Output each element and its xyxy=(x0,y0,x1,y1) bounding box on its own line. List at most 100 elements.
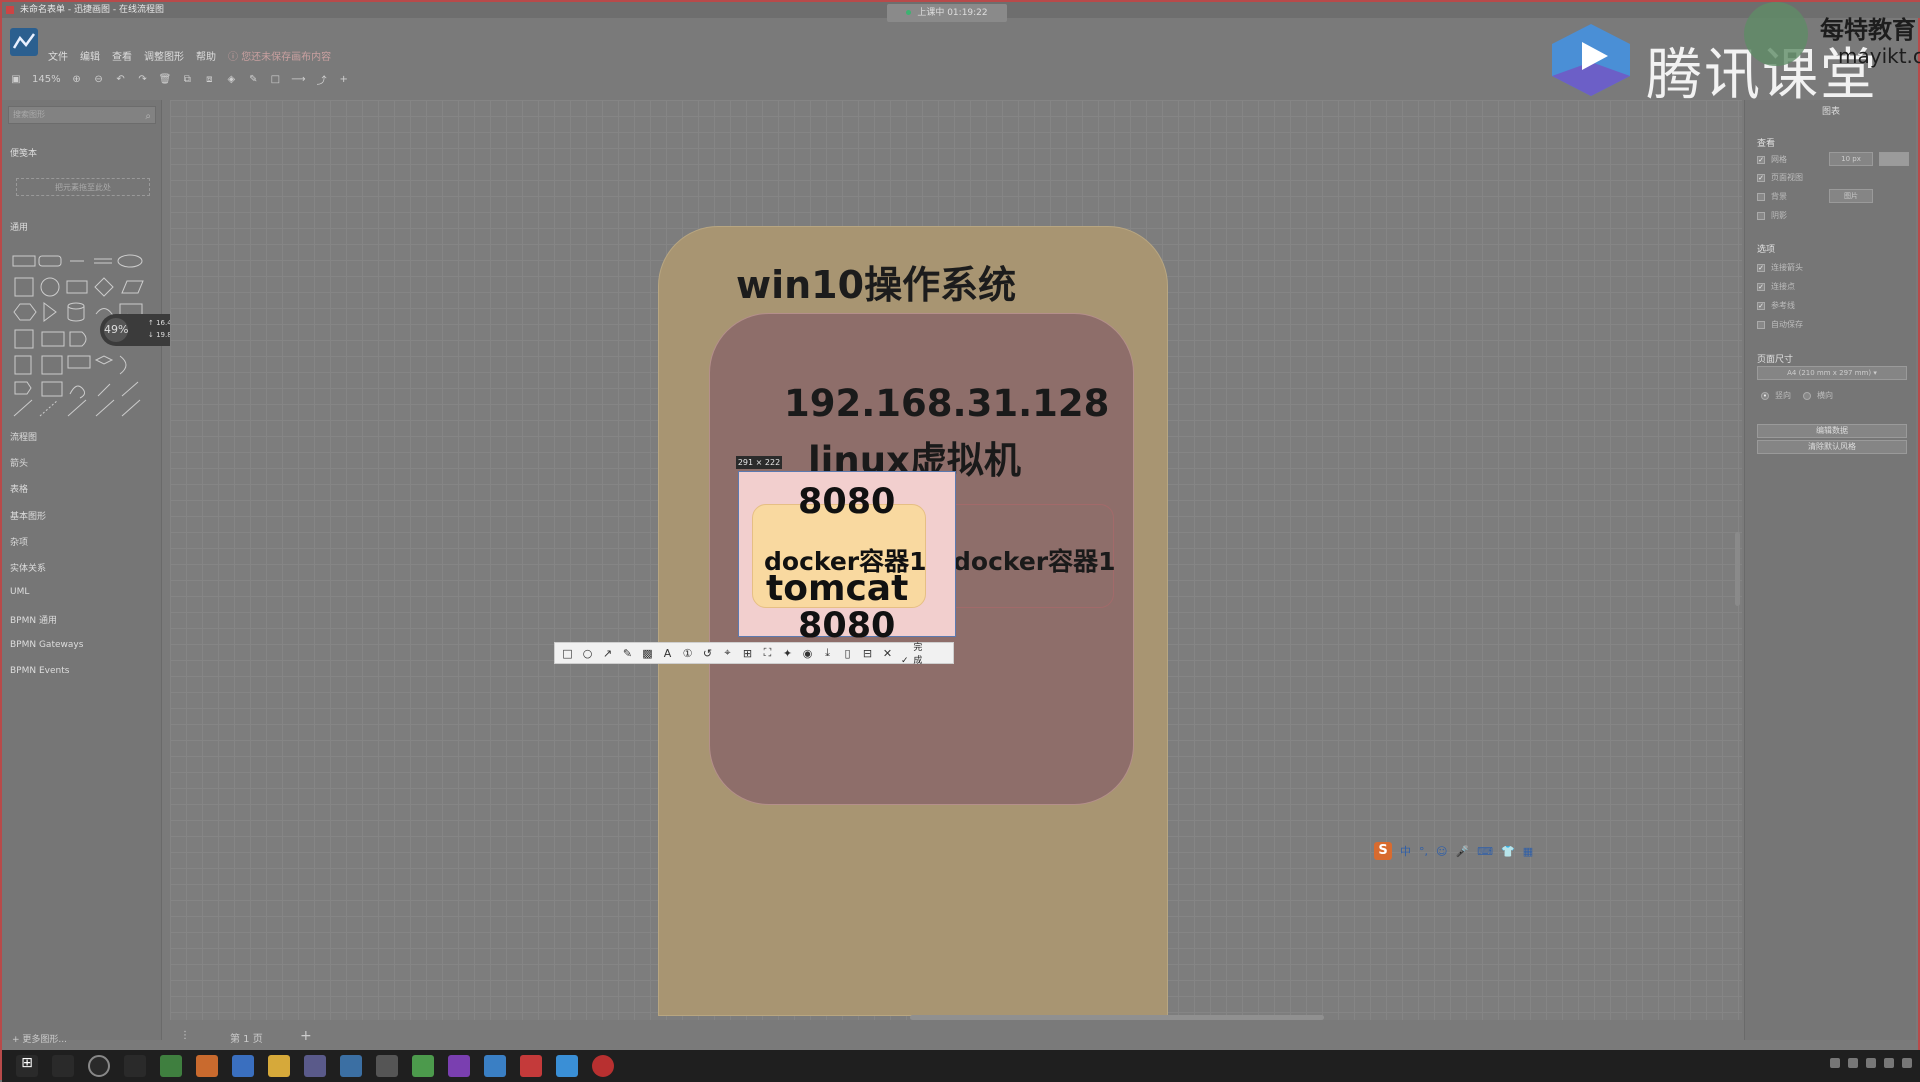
category-misc[interactable]: 杂项 xyxy=(10,535,83,561)
tray-notification-icon[interactable] xyxy=(1902,1058,1912,1068)
ime-emoji-icon[interactable]: ☺ xyxy=(1436,845,1447,858)
pen-tool-icon[interactable]: ✎ xyxy=(621,647,634,660)
undo-icon[interactable]: ↶ xyxy=(115,74,127,85)
landscape-radio[interactable]: 横向 xyxy=(1803,390,1833,401)
redo-icon[interactable]: ↷ xyxy=(137,74,149,85)
record-tool-icon[interactable]: ◉ xyxy=(801,647,814,660)
line-color-icon[interactable]: ✎ xyxy=(247,74,259,85)
delete-icon[interactable]: 🗑 xyxy=(159,74,172,85)
record-icon[interactable] xyxy=(592,1055,614,1077)
ime-punct-icon[interactable]: °, xyxy=(1419,845,1428,858)
page-menu-icon[interactable]: ⋮ xyxy=(180,1030,190,1041)
menu-edit[interactable]: 编辑 xyxy=(80,48,100,63)
tray-chevron-icon[interactable] xyxy=(1830,1058,1840,1068)
drawing-app-icon[interactable] xyxy=(340,1055,362,1077)
background-image-button[interactable]: 图片 xyxy=(1829,189,1873,203)
tray-network-icon[interactable] xyxy=(1848,1058,1858,1068)
sogou-icon[interactable]: S xyxy=(1374,842,1392,860)
background-checkbox[interactable]: 背景 xyxy=(1757,191,1787,202)
tray-ime-icon[interactable] xyxy=(1884,1058,1894,1068)
waypoint-icon[interactable]: ⤴ xyxy=(316,72,328,87)
start-button-icon[interactable]: ⊞ xyxy=(16,1055,38,1077)
shadow-icon[interactable]: □ xyxy=(269,74,281,85)
category-er[interactable]: 实体关系 xyxy=(10,561,83,587)
chrome-icon[interactable] xyxy=(160,1055,182,1077)
grid-size-input[interactable]: 10 px xyxy=(1829,152,1873,166)
zoom-out-icon[interactable]: ⊖ xyxy=(93,74,105,85)
vscode-icon[interactable] xyxy=(232,1055,254,1077)
add-page-icon[interactable]: + xyxy=(300,1028,312,1044)
category-tables[interactable]: 表格 xyxy=(10,482,83,508)
ide-icon[interactable] xyxy=(448,1055,470,1077)
zoom-select[interactable]: 145% xyxy=(32,74,61,85)
category-flowchart[interactable]: 流程图 xyxy=(10,430,83,456)
insert-icon[interactable]: + xyxy=(338,74,350,85)
ime-lang[interactable]: 中 xyxy=(1400,843,1411,859)
browser-icon[interactable] xyxy=(412,1055,434,1077)
category-bpmn-general[interactable]: BPMN 通用 xyxy=(10,613,83,639)
terminal-icon[interactable] xyxy=(376,1055,398,1077)
ime-keyboard-icon[interactable]: ⌨ xyxy=(1477,845,1493,858)
category-bpmn-gateways[interactable]: BPMN Gateways xyxy=(10,640,83,666)
to-back-icon[interactable]: ⧈ xyxy=(203,74,215,85)
page-view-checkbox[interactable]: ✓ 页面视图 xyxy=(1757,172,1803,183)
ellipse-tool-icon[interactable]: ○ xyxy=(581,647,594,660)
connection-icon[interactable]: ⟶ xyxy=(291,74,305,85)
vertical-scrollbar[interactable] xyxy=(1735,532,1740,606)
file-explorer-icon[interactable] xyxy=(268,1055,290,1077)
ime-tools-icon[interactable]: ▦ xyxy=(1523,845,1533,858)
ime-mic-icon[interactable]: 🎤 xyxy=(1455,845,1469,858)
task-view-icon[interactable] xyxy=(124,1055,146,1077)
guides-checkbox[interactable]: ✓ 参考线 xyxy=(1757,300,1795,311)
zoom-in-icon[interactable]: ⊕ xyxy=(71,74,83,85)
grid-checkbox[interactable]: ✓ 网格 xyxy=(1757,154,1787,165)
firefox-icon[interactable] xyxy=(196,1055,218,1077)
app-icon-2[interactable] xyxy=(484,1055,506,1077)
menu-view[interactable]: 查看 xyxy=(112,48,132,63)
category-uml[interactable]: UML xyxy=(10,587,83,613)
menu-file[interactable]: 文件 xyxy=(48,48,68,63)
category-bpmn-events[interactable]: BPMN Events xyxy=(10,666,83,692)
undo-tool-icon[interactable]: ↺ xyxy=(701,647,714,660)
more-shapes-link[interactable]: + 更多图形... xyxy=(12,1032,67,1045)
text-tool-icon[interactable]: A xyxy=(661,647,674,660)
close-tool-icon[interactable]: ✕ xyxy=(881,647,894,660)
arrow-tool-icon[interactable]: ↗ xyxy=(601,647,614,660)
category-basic[interactable]: 基本图形 xyxy=(10,509,83,535)
category-arrows[interactable]: 箭头 xyxy=(10,456,83,482)
filezilla-icon[interactable] xyxy=(520,1055,542,1077)
pin-tool-icon[interactable]: ⌖ xyxy=(721,646,734,660)
shape-search-input[interactable]: 搜索图形 ⌕ xyxy=(8,106,156,124)
number-tool-icon[interactable]: ① xyxy=(681,647,694,660)
edit-data-button[interactable]: 编辑数据 xyxy=(1757,424,1907,438)
autosave-checkbox[interactable]: 自动保存 xyxy=(1757,319,1803,330)
mosaic-tool-icon[interactable]: ▩ xyxy=(641,647,654,660)
to-front-icon[interactable]: ⧉ xyxy=(181,74,193,85)
done-button[interactable]: ✓ 完成 xyxy=(901,640,924,666)
scratchpad-drop-area[interactable]: 把元素拖至此处 xyxy=(16,178,150,196)
search-icon[interactable]: ⌕ xyxy=(145,109,151,125)
connection-points-checkbox[interactable]: ✓ 连接点 xyxy=(1757,281,1795,292)
shadow-checkbox[interactable]: 阴影 xyxy=(1757,210,1787,221)
cortana-icon[interactable] xyxy=(88,1055,110,1077)
menu-arrange[interactable]: 调整图形 xyxy=(144,48,184,63)
connection-arrows-checkbox[interactable]: ✓ 连接箭头 xyxy=(1757,262,1803,273)
reset-style-button[interactable]: 清除默认风格 xyxy=(1757,440,1907,454)
fill-color-icon[interactable]: ◈ xyxy=(225,74,237,85)
tray-volume-icon[interactable] xyxy=(1866,1058,1876,1068)
tencent-classroom-icon[interactable] xyxy=(556,1055,578,1077)
paper-size-select[interactable]: A4 (210 mm x 297 mm) ▾ xyxy=(1757,366,1907,380)
page-tab-1[interactable]: 第 1 页 xyxy=(230,1030,263,1045)
ime-skin-icon[interactable]: 👕 xyxy=(1501,845,1515,858)
menu-help[interactable]: 帮助 xyxy=(196,48,216,63)
copy-tool-icon[interactable]: ▯ xyxy=(841,647,854,660)
color-tool-icon[interactable]: ✦ xyxy=(781,647,794,660)
live-session-tab[interactable]: 上课中 01:19:22 xyxy=(887,4,1007,22)
general-header[interactable]: 通用 xyxy=(10,220,28,233)
search-icon[interactable] xyxy=(52,1055,74,1077)
format-panel-icon[interactable]: ▣ xyxy=(10,74,22,85)
app-icon-1[interactable] xyxy=(304,1055,326,1077)
scan-tool-icon[interactable]: ⛶ xyxy=(761,646,774,660)
ocr-tool-icon[interactable]: ⊞ xyxy=(741,647,754,660)
portrait-radio[interactable]: • 竖向 xyxy=(1761,390,1791,401)
